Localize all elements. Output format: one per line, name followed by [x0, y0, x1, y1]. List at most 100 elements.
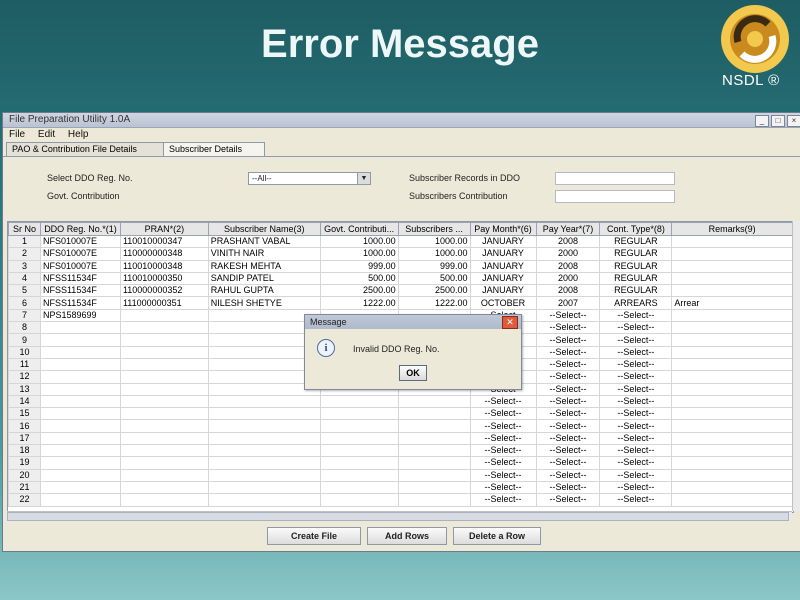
- table-cell[interactable]: --Select--: [535, 321, 601, 335]
- table-cell[interactable]: 1222.00: [397, 296, 471, 310]
- table-cell[interactable]: [671, 456, 793, 470]
- table-cell[interactable]: JANUARY: [469, 284, 537, 298]
- table-cell[interactable]: --Select--: [599, 444, 673, 458]
- table-cell[interactable]: NFS010007E: [39, 259, 121, 273]
- table-cell[interactable]: --Select--: [535, 419, 601, 433]
- column-header[interactable]: Cont. Type*(8): [599, 222, 673, 236]
- table-cell[interactable]: [397, 407, 471, 421]
- column-header[interactable]: Subscribers ...: [397, 222, 471, 236]
- column-header[interactable]: Govt. Contributi...: [319, 222, 399, 236]
- table-cell[interactable]: --Select--: [599, 468, 673, 482]
- table-cell[interactable]: [319, 394, 399, 409]
- column-header[interactable]: Pay Year*(7): [535, 222, 601, 236]
- table-cell[interactable]: [397, 419, 471, 433]
- table-cell[interactable]: [207, 431, 321, 446]
- table-row[interactable]: 16 --Select-- --Select-- --Select--: [8, 419, 793, 433]
- table-cell[interactable]: --Select--: [599, 345, 673, 359]
- table-cell[interactable]: 1222.00: [319, 296, 399, 310]
- subscriber-records-field[interactable]: [555, 172, 675, 185]
- table-row[interactable]: 3 NFS010007E 110010000348 RAKESH MEHTA 999.0…: [8, 259, 793, 273]
- table-cell[interactable]: --Select--: [535, 407, 601, 421]
- table-row[interactable]: 17 --Select-- --Select-- --Select--: [8, 431, 793, 446]
- table-cell[interactable]: Arrear: [671, 296, 793, 310]
- table-cell[interactable]: 2008: [535, 259, 601, 273]
- table-cell[interactable]: [207, 444, 321, 458]
- table-cell[interactable]: --Select--: [535, 431, 601, 446]
- table-cell[interactable]: REGULAR: [599, 271, 673, 286]
- table-cell[interactable]: [319, 480, 399, 495]
- table-cell[interactable]: [671, 480, 793, 495]
- table-cell[interactable]: [207, 480, 321, 495]
- table-cell[interactable]: REGULAR: [599, 234, 673, 249]
- table-cell[interactable]: REGULAR: [599, 284, 673, 298]
- table-cell[interactable]: [119, 345, 209, 359]
- table-cell[interactable]: [671, 308, 793, 323]
- table-cell[interactable]: [397, 394, 471, 409]
- table-cell[interactable]: NFS010007E: [39, 247, 121, 261]
- table-cell[interactable]: --Select--: [535, 456, 601, 470]
- table-cell[interactable]: [39, 382, 121, 396]
- table-cell[interactable]: SANDIP PATEL: [207, 271, 321, 286]
- table-cell[interactable]: [119, 394, 209, 409]
- table-cell[interactable]: [671, 431, 793, 446]
- table-row[interactable]: 14 --Select-- --Select-- --Select--: [8, 394, 793, 409]
- table-cell[interactable]: [671, 247, 793, 261]
- table-cell[interactable]: [39, 480, 121, 495]
- table-cell[interactable]: [207, 493, 321, 507]
- subscribers-contribution-field[interactable]: [555, 190, 675, 203]
- table-cell[interactable]: RAKESH MEHTA: [207, 259, 321, 273]
- table-row[interactable]: 6 NFSS11534F 111000000351 NILESH SHETYE 1222…: [8, 296, 793, 310]
- table-row[interactable]: 21 --Select-- --Select-- --Select--: [8, 480, 793, 495]
- table-cell[interactable]: --Select--: [469, 456, 537, 470]
- table-row[interactable]: 18 --Select-- --Select-- --Select--: [8, 444, 793, 458]
- table-cell[interactable]: --Select--: [469, 407, 537, 421]
- maximize-button[interactable]: □: [771, 115, 785, 127]
- table-cell[interactable]: --Select--: [599, 493, 673, 507]
- table-cell[interactable]: [671, 259, 793, 273]
- table-cell[interactable]: --Select--: [599, 431, 673, 446]
- table-cell[interactable]: RAHUL GUPTA: [207, 284, 321, 298]
- table-cell[interactable]: [207, 468, 321, 482]
- table-cell[interactable]: --Select--: [599, 480, 673, 495]
- table-cell[interactable]: --Select--: [535, 333, 601, 347]
- column-header[interactable]: DDO Reg. No.*(1): [39, 222, 121, 236]
- table-cell[interactable]: --Select--: [535, 394, 601, 409]
- table-cell[interactable]: 1000.00: [397, 234, 471, 249]
- table-cell[interactable]: --Select--: [469, 480, 537, 495]
- column-header[interactable]: Pay Month*(6): [469, 222, 537, 236]
- table-cell[interactable]: [671, 370, 793, 384]
- table-row[interactable]: 19 --Select-- --Select-- --Select--: [8, 456, 793, 470]
- tab-subscriber-details[interactable]: Subscriber Details: [163, 142, 265, 156]
- column-header[interactable]: PRAN*(2): [119, 222, 209, 236]
- table-cell[interactable]: [319, 456, 399, 470]
- table-cell[interactable]: --Select--: [535, 370, 601, 384]
- table-cell[interactable]: 111000000351: [119, 296, 209, 310]
- table-cell[interactable]: [671, 407, 793, 421]
- table-cell[interactable]: [119, 480, 209, 495]
- table-row[interactable]: 22 --Select-- --Select-- --Select--: [8, 493, 793, 507]
- table-cell[interactable]: [119, 444, 209, 458]
- table-row[interactable]: 5 NFSS11534F 110000000352 RAHUL GUPTA 2500.0…: [8, 284, 793, 298]
- table-cell[interactable]: --Select--: [599, 308, 673, 323]
- table-cell[interactable]: --Select--: [599, 456, 673, 470]
- table-cell[interactable]: [39, 370, 121, 384]
- table-cell[interactable]: [39, 431, 121, 446]
- table-cell[interactable]: [39, 394, 121, 409]
- table-cell[interactable]: 110010000347: [119, 234, 209, 249]
- table-cell[interactable]: [671, 357, 793, 372]
- table-cell[interactable]: [397, 456, 471, 470]
- table-cell[interactable]: [119, 493, 209, 507]
- table-cell[interactable]: 2500.00: [397, 284, 471, 298]
- table-row[interactable]: 1 NFS010007E 110010000347 PRASHANT VABAL 100…: [8, 234, 793, 249]
- table-cell[interactable]: 1000.00: [397, 247, 471, 261]
- table-cell[interactable]: [319, 431, 399, 446]
- minimize-button[interactable]: _: [755, 115, 769, 127]
- delete-row-button[interactable]: Delete a Row: [453, 527, 541, 545]
- table-cell[interactable]: [119, 468, 209, 482]
- table-cell[interactable]: 500.00: [319, 271, 399, 286]
- table-cell[interactable]: 110000000352: [119, 284, 209, 298]
- table-cell[interactable]: 1000.00: [319, 247, 399, 261]
- table-row[interactable]: 4 NFSS11534F 110010000350 SANDIP PATEL 500.0…: [8, 271, 793, 286]
- table-cell[interactable]: 999.00: [319, 259, 399, 273]
- table-cell[interactable]: [119, 321, 209, 335]
